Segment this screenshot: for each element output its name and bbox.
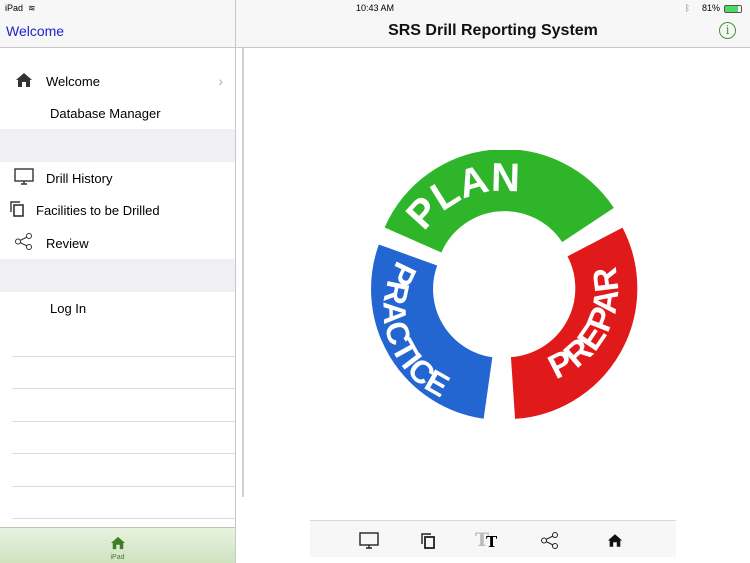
sidebar: Welcome › Database Manager Drill History…	[0, 49, 235, 527]
sidebar-item-drill-history[interactable]: Drill History	[0, 162, 235, 194]
split-divider	[235, 0, 236, 563]
row-separator	[12, 486, 235, 487]
sidebar-item-label: Facilities to be Drilled	[36, 202, 160, 218]
sidebar-item-label: Review	[46, 235, 89, 251]
sidebar-item-label: Drill History	[46, 170, 113, 186]
bluetooth-icon: ᛒ	[684, 3, 690, 13]
monitor-icon[interactable]	[358, 529, 380, 551]
row-separator	[12, 453, 235, 454]
row-separator	[12, 421, 235, 422]
tab-label: iPad	[110, 554, 125, 561]
sidebar-item-label: Database Manager	[50, 105, 161, 121]
plan-prepare-practice-logo: PLAN PREPARE PRACTICE	[363, 150, 638, 419]
battery-percent: 81%	[701, 3, 720, 13]
text-size-icon[interactable]: TT	[475, 529, 497, 551]
row-separator	[12, 356, 235, 357]
page-title: SRS Drill Reporting System	[388, 22, 598, 39]
info-icon[interactable]: i	[719, 22, 736, 39]
monitor-icon	[13, 168, 35, 188]
home-icon	[110, 536, 125, 550]
sidebar-item-facilities[interactable]: Facilities to be Drilled	[0, 194, 235, 226]
section-gap	[0, 259, 235, 292]
row-separator	[12, 518, 235, 519]
sidebar-item-label: Welcome	[46, 73, 100, 89]
copy-icon[interactable]	[417, 529, 439, 551]
row-separator	[12, 388, 235, 389]
copy-icon	[6, 200, 28, 220]
sidebar-item-label: Log In	[50, 300, 87, 316]
scrollbar[interactable]	[242, 48, 244, 497]
welcome-back-button[interactable]: Welcome	[6, 23, 64, 39]
chevron-right-icon: ›	[218, 73, 223, 89]
sidebar-item-review[interactable]: Review	[0, 227, 235, 259]
share-icon[interactable]	[539, 529, 561, 551]
bottom-toolbar: TT	[310, 520, 676, 557]
home-icon	[13, 72, 35, 91]
battery-icon	[724, 5, 742, 13]
tab-ipad[interactable]: iPad	[0, 527, 235, 563]
status-bar: iPad ≋ 10:43 AM ᛒ 81%	[0, 0, 750, 16]
section-gap	[0, 129, 235, 162]
home-icon[interactable]	[604, 529, 626, 551]
clock: 10:43 AM	[355, 3, 395, 13]
sidebar-item-log-in[interactable]: Log In	[0, 292, 235, 324]
sidebar-item-welcome[interactable]: Welcome ›	[0, 65, 235, 97]
share-icon	[13, 233, 35, 253]
sidebar-item-database-manager[interactable]: Database Manager	[0, 97, 235, 129]
